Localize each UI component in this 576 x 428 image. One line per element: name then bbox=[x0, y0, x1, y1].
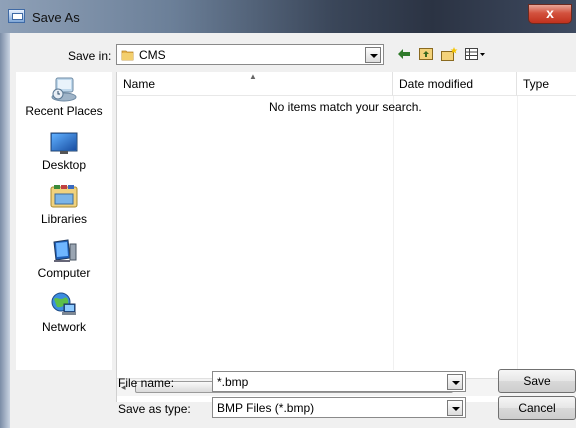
libraries-icon bbox=[48, 184, 80, 210]
place-label: Libraries bbox=[40, 212, 88, 226]
save-as-type-select[interactable]: BMP Files (*.bmp) bbox=[212, 397, 466, 418]
save-as-dialog: Save As x Save in: CMS Recent Places Des… bbox=[0, 0, 576, 428]
new-folder-icon[interactable] bbox=[440, 46, 458, 62]
column-header-type[interactable]: Type bbox=[517, 72, 576, 96]
place-recent-places[interactable]: Recent Places bbox=[16, 72, 112, 126]
save-button[interactable]: Save bbox=[498, 369, 576, 393]
file-name-dropdown-arrow[interactable] bbox=[447, 374, 463, 390]
column-divider bbox=[393, 96, 394, 370]
title-bar[interactable]: Save As x bbox=[0, 0, 576, 33]
place-desktop[interactable]: Desktop bbox=[16, 126, 112, 180]
save-as-type-value: BMP Files (*.bmp) bbox=[217, 401, 315, 415]
save-as-type-dropdown-arrow[interactable] bbox=[447, 400, 463, 416]
empty-message: No items match your search. bbox=[269, 100, 422, 114]
save-in-label: Save in: bbox=[68, 49, 112, 63]
folder-icon bbox=[121, 48, 134, 61]
close-button[interactable]: x bbox=[528, 4, 572, 24]
up-folder-icon[interactable] bbox=[418, 46, 434, 62]
place-label: Computer bbox=[37, 266, 91, 280]
window-icon bbox=[8, 9, 25, 23]
place-label: Desktop bbox=[41, 158, 87, 172]
save-in-combobox[interactable]: CMS bbox=[116, 44, 384, 65]
save-in-dropdown-arrow[interactable] bbox=[365, 47, 381, 63]
desktop-icon bbox=[48, 130, 80, 156]
file-list-view[interactable]: Name ▲ Date modified Type No items match… bbox=[116, 72, 576, 402]
back-arrow-icon[interactable] bbox=[396, 46, 412, 62]
place-libraries[interactable]: Libraries bbox=[16, 180, 112, 234]
file-name-combobox[interactable]: *.bmp bbox=[212, 371, 466, 392]
column-divider bbox=[517, 96, 518, 370]
column-header-date-modified[interactable]: Date modified bbox=[393, 72, 517, 96]
window-title: Save As bbox=[32, 10, 80, 25]
cancel-button[interactable]: Cancel bbox=[498, 396, 576, 420]
window-frame-edge bbox=[0, 33, 10, 428]
place-label: Network bbox=[41, 320, 86, 334]
place-network[interactable]: Network bbox=[16, 288, 112, 342]
computer-icon bbox=[48, 238, 80, 264]
file-name-label: File name: bbox=[118, 376, 175, 390]
network-icon bbox=[48, 292, 80, 318]
recent-places-icon bbox=[48, 76, 80, 102]
sort-ascending-icon: ▲ bbox=[249, 72, 257, 81]
save-in-value: CMS bbox=[139, 48, 166, 62]
place-label: Recent Places bbox=[25, 104, 103, 118]
dialog-content: Save in: CMS Recent Places Desktop Libra… bbox=[10, 33, 576, 428]
places-bar: Recent Places Desktop Libraries Computer bbox=[16, 72, 112, 370]
place-computer[interactable]: Computer bbox=[16, 234, 112, 288]
view-menu-icon[interactable] bbox=[464, 46, 486, 62]
save-as-type-label: Save as type: bbox=[118, 402, 191, 416]
file-name-value: *.bmp bbox=[217, 375, 249, 389]
